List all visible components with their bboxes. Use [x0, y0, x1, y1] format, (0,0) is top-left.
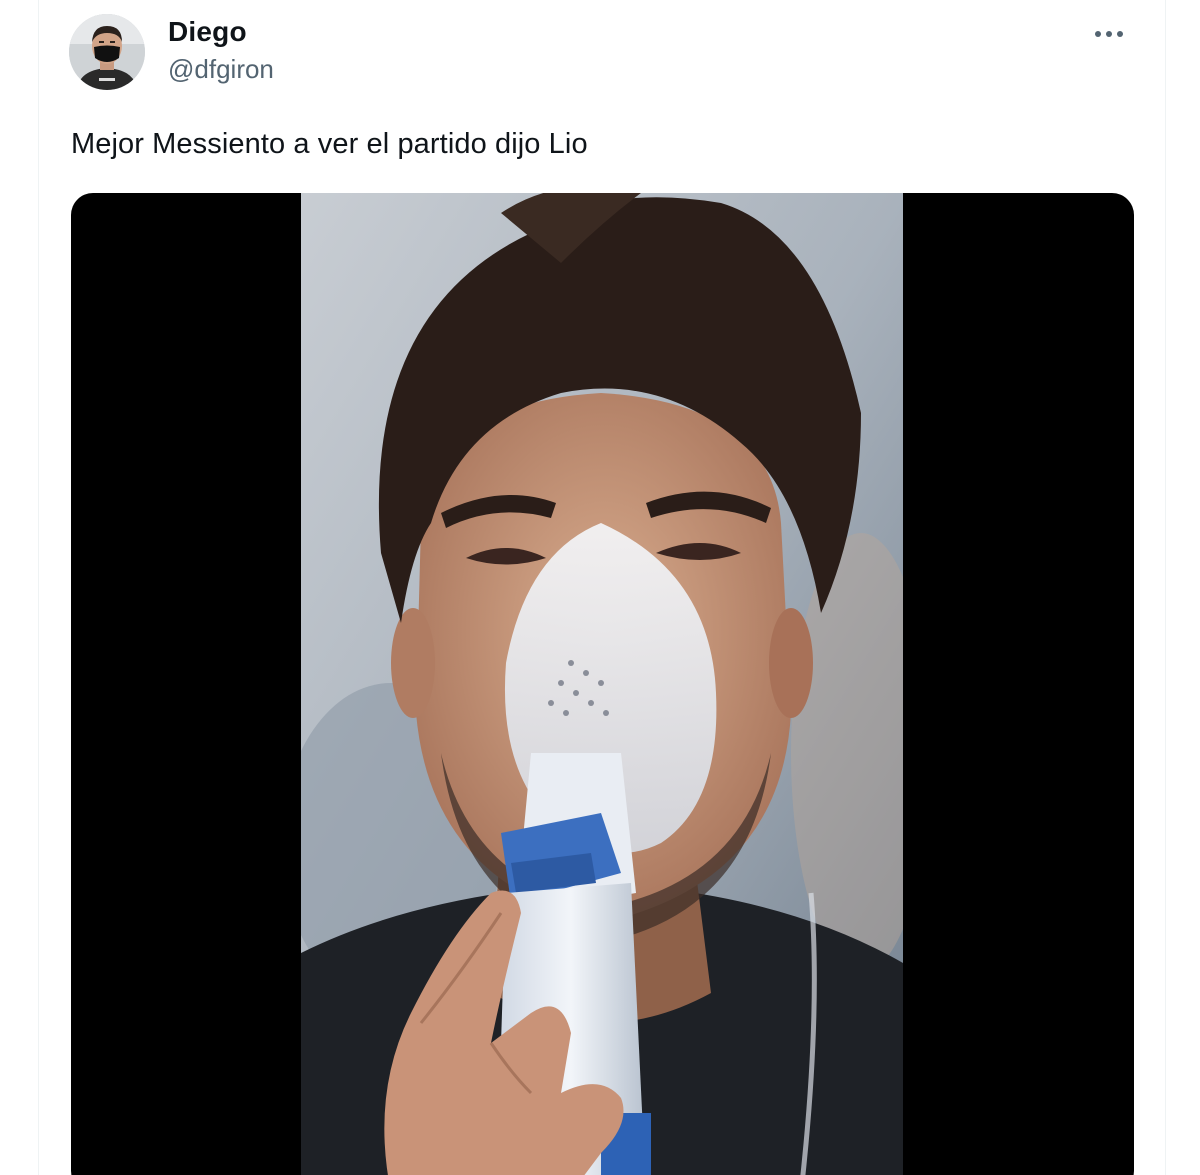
avatar[interactable] — [69, 14, 145, 90]
more-horizontal-icon — [1095, 31, 1123, 37]
avatar-image — [69, 14, 145, 90]
author-name[interactable]: Diego — [168, 16, 247, 48]
author-handle[interactable]: @dfgiron — [168, 54, 274, 85]
video-frame[interactable] — [301, 193, 903, 1175]
video-still — [301, 193, 903, 1175]
tweet-text: Mejor Messiento a ver el partido dijo Li… — [71, 128, 588, 160]
more-options-button[interactable] — [1089, 18, 1129, 50]
tweet-media[interactable] — [71, 193, 1134, 1175]
page: Diego @dfgiron Mejor Messiento a ver el … — [0, 0, 1200, 1175]
tweet-card[interactable]: Diego @dfgiron Mejor Messiento a ver el … — [38, 0, 1166, 1175]
